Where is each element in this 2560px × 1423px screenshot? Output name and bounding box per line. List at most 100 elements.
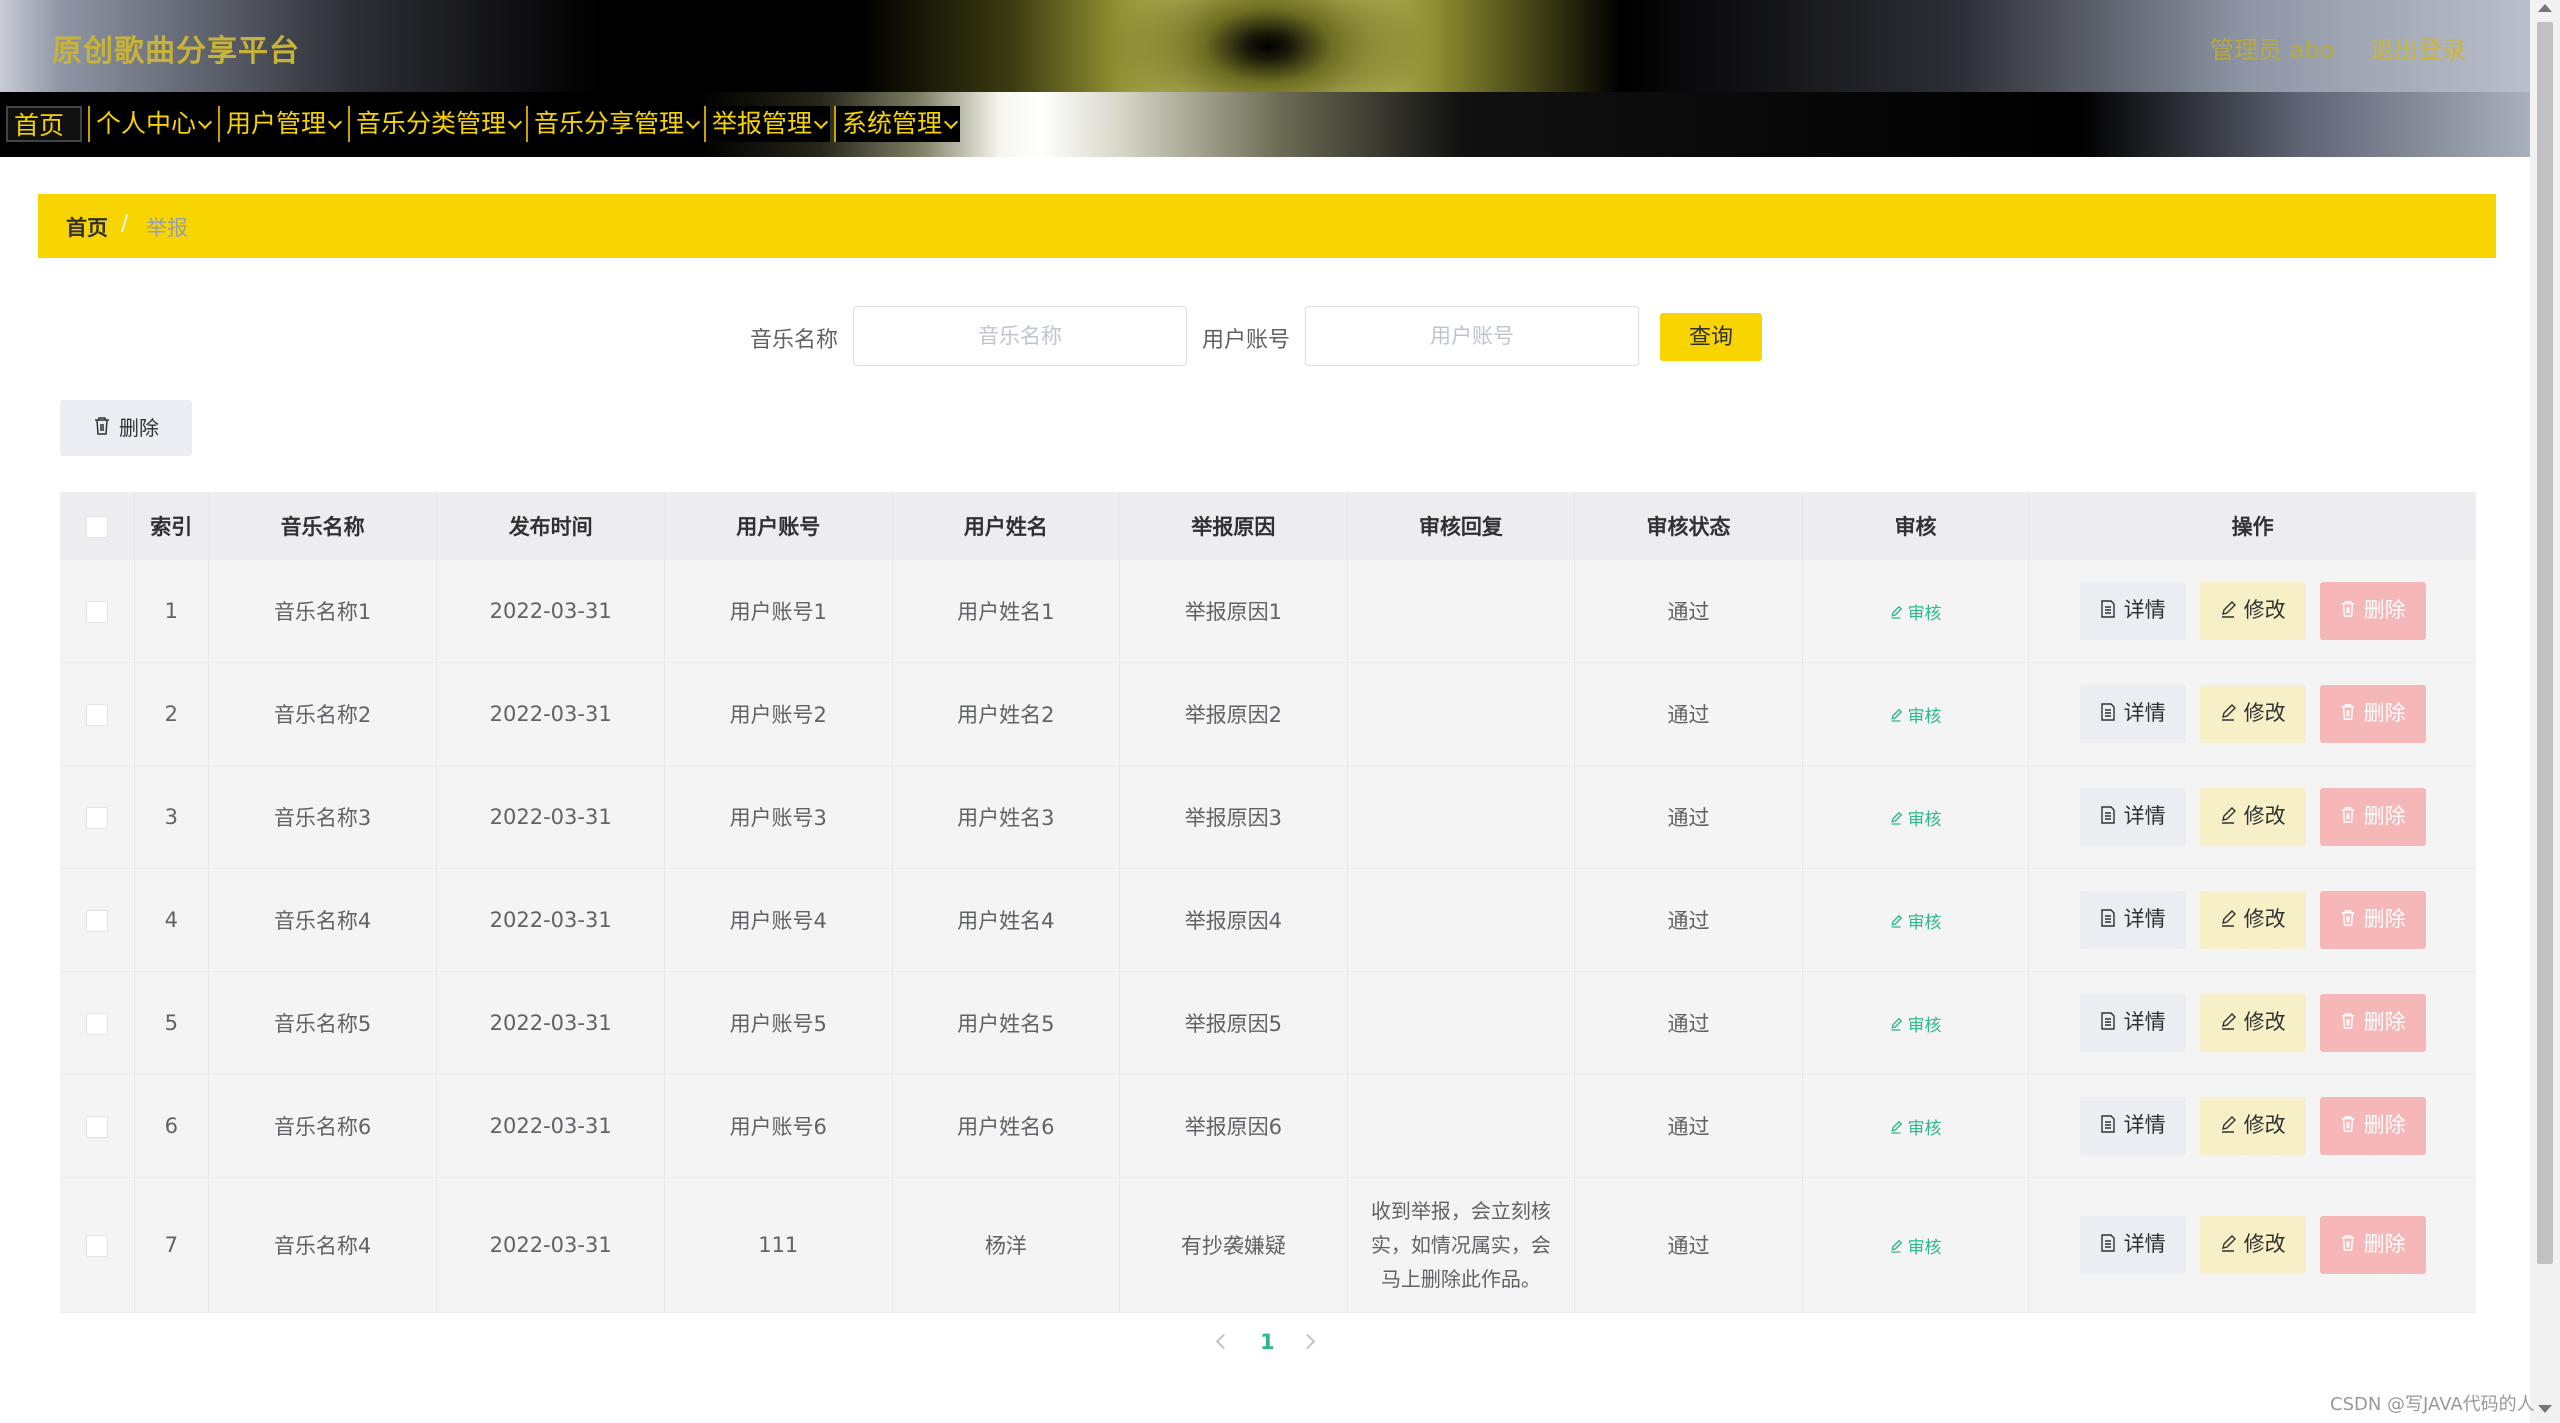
edit-label: 修改 bbox=[2243, 907, 2286, 931]
table-row[interactable]: 2 音乐名称2 2022-03-31 用户账号2 用户姓名2 举报原因2 通过 审核 详情 修改 删… bbox=[60, 662, 2476, 766]
audit-link[interactable]: 审核 bbox=[1890, 707, 1942, 727]
publish-date-cell: 2022-03-31 bbox=[436, 662, 665, 766]
edit-button[interactable]: 修改 bbox=[2199, 994, 2306, 1052]
user-name-cell: 用户姓名3 bbox=[892, 765, 1121, 869]
delete-button[interactable]: 删除 bbox=[2319, 1216, 2426, 1274]
music-name-cell: 音乐名称2 bbox=[208, 662, 438, 766]
row-checkbox[interactable] bbox=[85, 807, 108, 829]
table-row[interactable]: 5 音乐名称5 2022-03-31 用户账号5 用户姓名5 举报原因5 通过 审核 详情 修改 删… bbox=[60, 971, 2476, 1075]
delete-button[interactable]: 删除 bbox=[2319, 582, 2426, 640]
detail-label: 详情 bbox=[2123, 701, 2166, 725]
edit-label: 修改 bbox=[2243, 804, 2286, 828]
batch-delete-button[interactable]: 删除 bbox=[60, 400, 192, 456]
scroll-up-arrow-icon[interactable] bbox=[2538, 4, 2552, 12]
nav-music-share-management[interactable]: 音乐分享管理 bbox=[526, 106, 701, 142]
audit-link-label: 审核 bbox=[1907, 809, 1942, 830]
edit-button[interactable]: 修改 bbox=[2199, 582, 2306, 640]
logout-link[interactable]: 退出登录 bbox=[2370, 30, 2466, 65]
table-row[interactable]: 3 音乐名称3 2022-03-31 用户账号3 用户姓名3 举报原因3 通过 审核 详情 修改 删… bbox=[60, 765, 2476, 869]
trash-icon bbox=[95, 417, 109, 435]
delete-button[interactable]: 删除 bbox=[2319, 994, 2426, 1052]
breadcrumb: 首页 / 举报 bbox=[38, 194, 2496, 258]
scroll-down-arrow-icon[interactable] bbox=[2538, 1405, 2552, 1413]
delete-button[interactable]: 删除 bbox=[2319, 891, 2426, 949]
breadcrumb-separator: / bbox=[121, 211, 129, 235]
document-icon bbox=[2100, 909, 2115, 927]
breadcrumb-home[interactable]: 首页 bbox=[66, 212, 108, 242]
column-header: 索引 bbox=[134, 492, 209, 560]
row-checkbox[interactable] bbox=[85, 1013, 108, 1035]
detail-label: 详情 bbox=[2123, 1232, 2166, 1256]
detail-button[interactable]: 详情 bbox=[2079, 685, 2186, 743]
detail-button[interactable]: 详情 bbox=[2079, 891, 2186, 949]
edit-button[interactable]: 修改 bbox=[2199, 685, 2306, 743]
audit-link[interactable]: 审核 bbox=[1890, 1016, 1942, 1036]
operations-cell: 详情 修改 删除 bbox=[2028, 662, 2476, 766]
audit-reply-cell bbox=[1347, 971, 1576, 1075]
select-all-checkbox[interactable] bbox=[85, 516, 108, 538]
row-checkbox[interactable] bbox=[85, 704, 108, 726]
operations-cell: 详情 修改 删除 bbox=[2028, 560, 2476, 663]
detail-button[interactable]: 详情 bbox=[2079, 582, 2186, 640]
detail-button[interactable]: 详情 bbox=[2079, 994, 2186, 1052]
index-cell: 4 bbox=[134, 868, 209, 972]
detail-button[interactable]: 详情 bbox=[2079, 1216, 2186, 1274]
user-account-input[interactable] bbox=[1305, 306, 1639, 366]
delete-label: 删除 bbox=[2363, 598, 2406, 622]
nav-user-management[interactable]: 用户管理 bbox=[218, 106, 344, 142]
prev-page-icon[interactable] bbox=[1215, 1333, 1232, 1350]
next-page-icon[interactable] bbox=[1299, 1333, 1316, 1350]
audit-status-cell: 通过 bbox=[1574, 765, 1803, 869]
nav-personal-center[interactable]: 个人中心 bbox=[88, 106, 214, 142]
table-row[interactable]: 1 音乐名称1 2022-03-31 用户账号1 用户姓名1 举报原因1 通过 审核 详情 修改 删… bbox=[60, 560, 2476, 663]
search-button[interactable]: 查询 bbox=[1660, 313, 1762, 361]
audit-link[interactable]: 审核 bbox=[1890, 913, 1942, 933]
audit-link[interactable]: 审核 bbox=[1890, 1238, 1942, 1258]
document-icon bbox=[2100, 1234, 2115, 1252]
current-user-label: 管理员 abo bbox=[2210, 36, 2335, 64]
audit-link-label: 审核 bbox=[1907, 1237, 1942, 1258]
audit-link-label: 审核 bbox=[1907, 603, 1942, 624]
detail-button[interactable]: 详情 bbox=[2079, 1097, 2186, 1155]
edit-button[interactable]: 修改 bbox=[2199, 788, 2306, 846]
report-reason-cell: 有抄袭嫌疑 bbox=[1119, 1177, 1348, 1313]
edit-button[interactable]: 修改 bbox=[2199, 1097, 2306, 1155]
report-reason-cell: 举报原因3 bbox=[1119, 765, 1348, 869]
column-header: 发布时间 bbox=[436, 492, 665, 560]
nav-label: 举报管理 bbox=[712, 109, 813, 138]
audit-action-cell: 审核 bbox=[1802, 868, 2030, 972]
row-checkbox[interactable] bbox=[85, 1116, 108, 1138]
report-reason-cell: 举报原因4 bbox=[1119, 868, 1348, 972]
detail-label: 详情 bbox=[2123, 804, 2166, 828]
delete-button[interactable]: 删除 bbox=[2319, 1097, 2426, 1155]
nav-report-management[interactable]: 举报管理 bbox=[704, 106, 830, 142]
audit-status-cell: 通过 bbox=[1574, 1074, 1803, 1178]
nav-system-management[interactable]: 系统管理 bbox=[834, 106, 960, 142]
delete-label: 删除 bbox=[2363, 907, 2406, 931]
edit-button[interactable]: 修改 bbox=[2199, 1216, 2306, 1274]
music-name-cell: 音乐名称6 bbox=[208, 1074, 438, 1178]
nav-music-category-management[interactable]: 音乐分类管理 bbox=[348, 106, 523, 142]
edit-pen-icon bbox=[2221, 1116, 2236, 1133]
table-row[interactable]: 6 音乐名称6 2022-03-31 用户账号6 用户姓名6 举报原因6 通过 审核 详情 修改 删… bbox=[60, 1074, 2476, 1178]
edit-button[interactable]: 修改 bbox=[2199, 891, 2306, 949]
index-cell: 7 bbox=[134, 1177, 209, 1313]
table-row[interactable]: 4 音乐名称4 2022-03-31 用户账号4 用户姓名4 举报原因4 通过 审核 详情 修改 删… bbox=[60, 868, 2476, 972]
audit-pen-icon bbox=[1890, 914, 1902, 928]
music-name-input[interactable] bbox=[853, 306, 1187, 366]
row-checkbox[interactable] bbox=[85, 601, 108, 623]
row-checkbox[interactable] bbox=[85, 910, 108, 932]
delete-button[interactable]: 删除 bbox=[2319, 685, 2426, 743]
audit-status-cell: 通过 bbox=[1574, 971, 1803, 1075]
audit-link[interactable]: 审核 bbox=[1890, 810, 1942, 830]
user-account-cell: 用户账号2 bbox=[664, 662, 893, 766]
scrollbar-thumb[interactable] bbox=[2537, 22, 2553, 1264]
detail-button[interactable]: 详情 bbox=[2079, 788, 2186, 846]
row-checkbox[interactable] bbox=[85, 1235, 108, 1257]
nav-home[interactable]: 首页 bbox=[6, 106, 82, 142]
delete-button[interactable]: 删除 bbox=[2319, 788, 2426, 846]
audit-link[interactable]: 审核 bbox=[1890, 604, 1942, 624]
audit-link[interactable]: 审核 bbox=[1890, 1119, 1942, 1139]
table-row[interactable]: 7 音乐名称4 2022-03-31 111 杨洋 有抄袭嫌疑 收到举报，会立刻核实，如情况… bbox=[60, 1177, 2476, 1313]
page-number[interactable]: 1 bbox=[1260, 1330, 1275, 1354]
